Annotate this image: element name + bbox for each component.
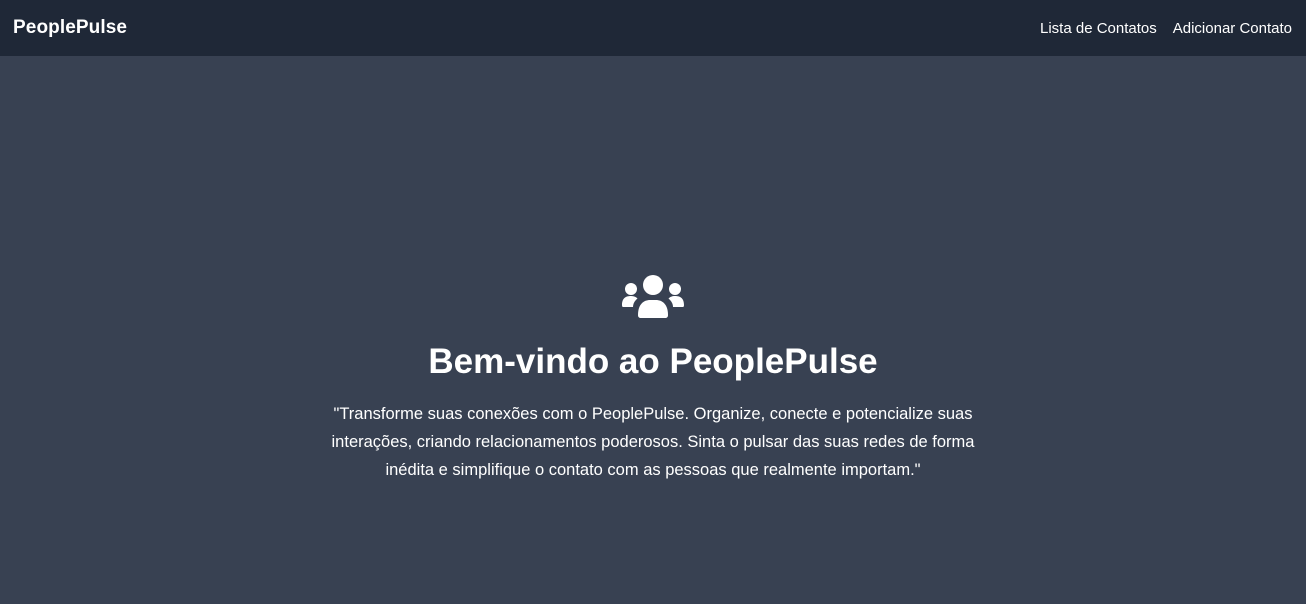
brand-logo[interactable]: PeoplePulse	[13, 17, 127, 39]
hero-description: "Transforme suas conexões com o PeoplePu…	[331, 405, 975, 479]
nav-link-contact-list[interactable]: Lista de Contatos	[1040, 20, 1157, 37]
navbar: PeoplePulse Lista de Contatos Adicionar …	[0, 0, 1306, 56]
hero-section: Bem-vindo ao PeoplePulse "Transforme sua…	[0, 56, 1306, 604]
page-title: Bem-vindo ao PeoplePulse	[428, 342, 878, 381]
nav-links: Lista de Contatos Adicionar Contato	[1040, 20, 1292, 37]
nav-link-add-contact[interactable]: Adicionar Contato	[1173, 20, 1292, 37]
users-icon	[622, 275, 684, 318]
